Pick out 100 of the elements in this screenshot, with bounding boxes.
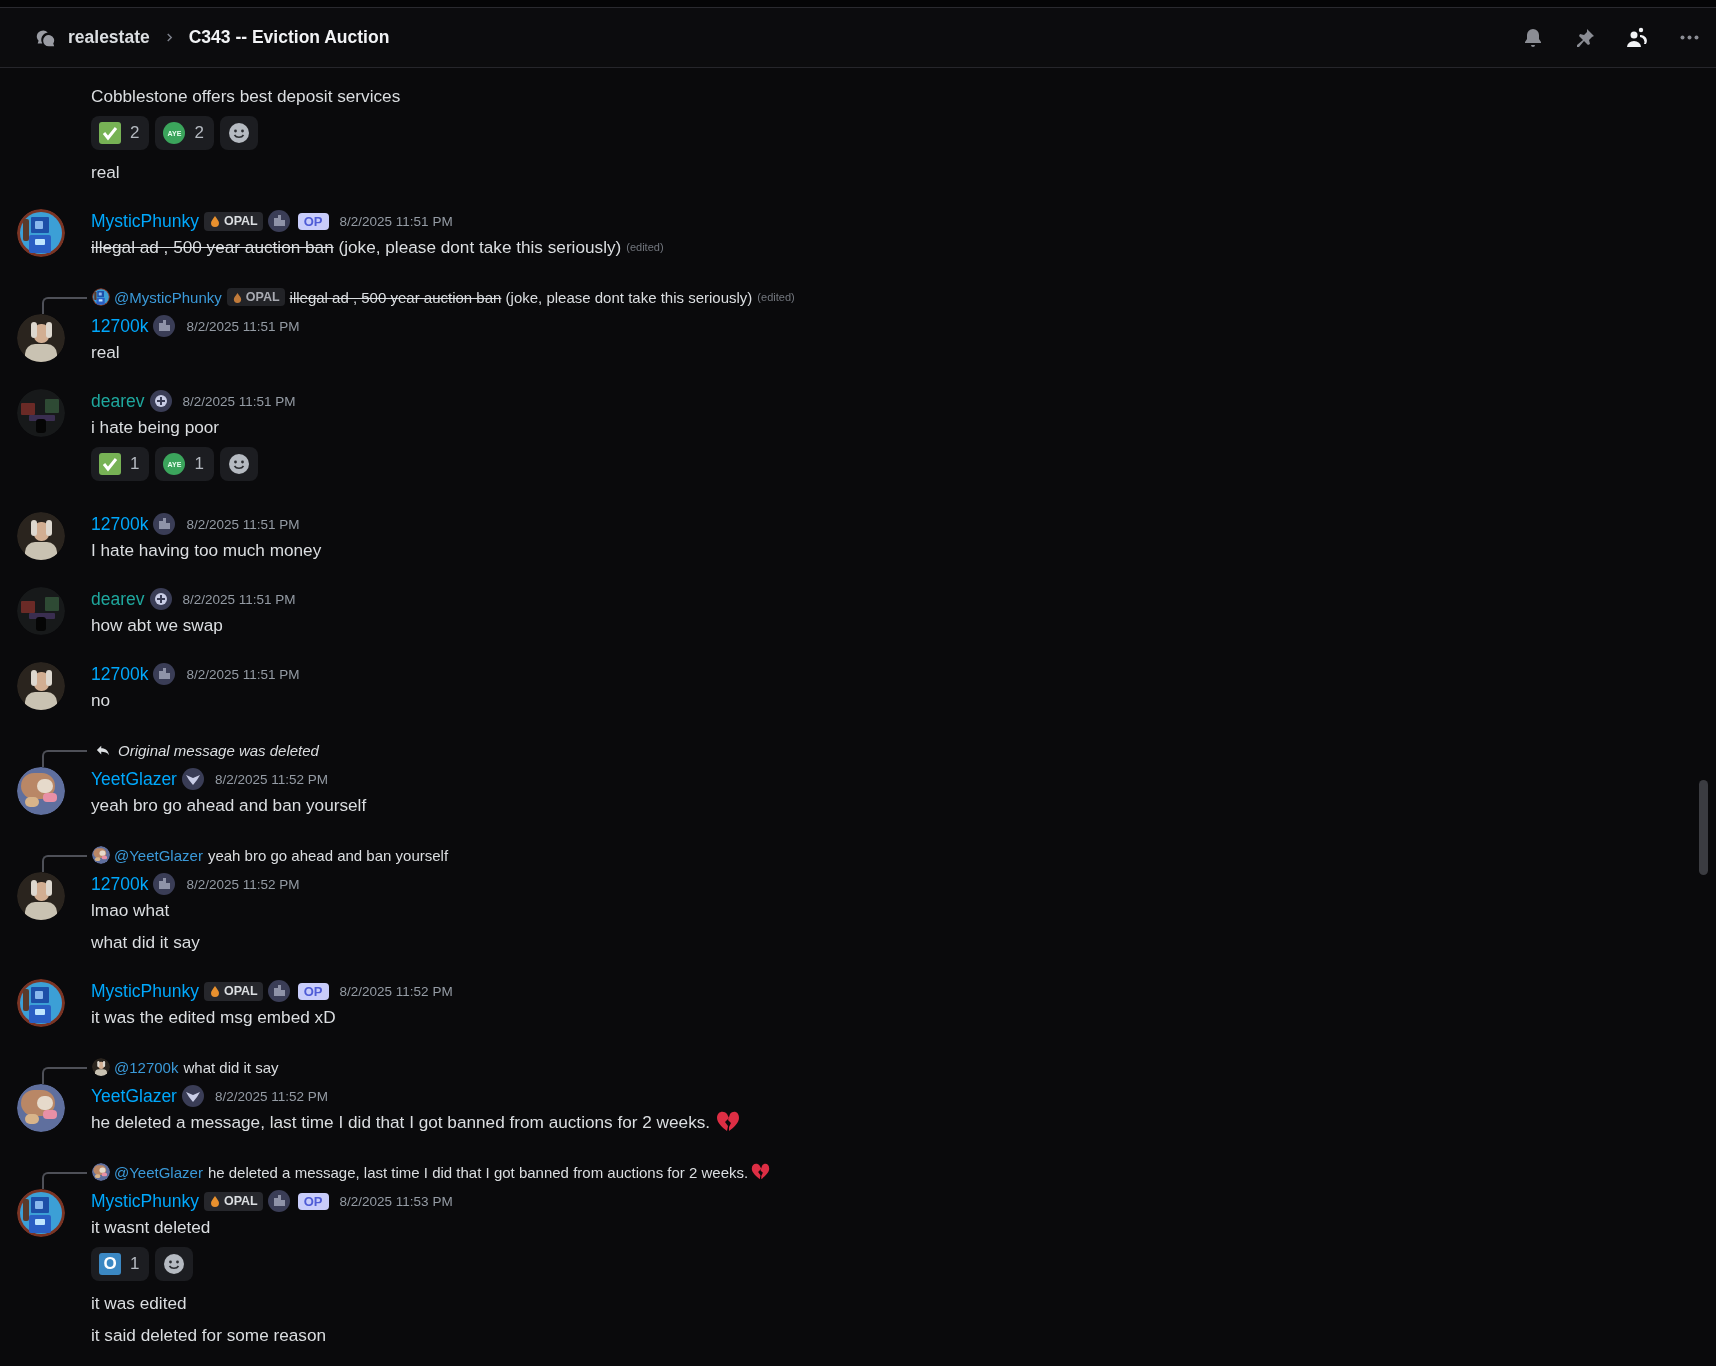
username[interactable]: MysticPhunky xyxy=(91,210,199,232)
username[interactable]: MysticPhunky xyxy=(91,1190,199,1212)
avatar[interactable] xyxy=(17,767,65,815)
server-tag-label: OPAL xyxy=(223,984,258,998)
timestamp: 8/2/2025 11:53 PM xyxy=(339,1193,453,1209)
avatar[interactable] xyxy=(17,1084,65,1132)
timestamp: 8/2/2025 11:51 PM xyxy=(186,318,300,334)
reply-mention[interactable]: @MysticPhunky xyxy=(114,288,222,306)
wing-badge-icon xyxy=(181,1085,204,1107)
reply-preview[interactable]: illegal ad , 500 year auction ban (joke, please dont take this seriously) xyxy=(289,288,753,306)
scrollbar-thumb[interactable] xyxy=(1699,780,1708,875)
reaction-button[interactable]: 2 xyxy=(91,116,150,150)
edited-label: (edited) xyxy=(626,241,664,253)
op-badge: OP xyxy=(297,982,329,1000)
reply-mention[interactable]: @YeetGlazer xyxy=(114,846,203,864)
building-badge-icon xyxy=(153,513,176,535)
avatar[interactable] xyxy=(17,209,65,257)
reply-preview[interactable]: he deleted a message, last time I did that I got banned from auctions for 2 weeks. xyxy=(207,1163,749,1181)
smiley-icon xyxy=(227,453,250,475)
smiley-icon xyxy=(163,1253,186,1275)
reply-spine xyxy=(42,1067,87,1084)
op-badge: OP xyxy=(297,1192,329,1210)
username[interactable]: dearev xyxy=(91,390,145,412)
add-reaction-button[interactable] xyxy=(219,116,258,150)
username[interactable]: 12700k xyxy=(91,315,149,337)
message-text: it said deleted for some reason xyxy=(91,1324,327,1346)
reply-mention[interactable]: @YeetGlazer xyxy=(114,1163,203,1181)
building-badge-icon xyxy=(267,1190,290,1212)
message-text: real xyxy=(91,341,120,363)
reply-avatar xyxy=(92,1163,110,1181)
username[interactable]: YeetGlazer xyxy=(91,768,177,790)
timestamp: 8/2/2025 11:52 PM xyxy=(214,771,329,787)
timestamp: 8/2/2025 11:51 PM xyxy=(339,213,453,229)
reply-spine xyxy=(42,855,87,872)
drop-icon xyxy=(208,985,221,997)
plus-badge-icon xyxy=(149,588,172,610)
drop-icon xyxy=(231,291,243,303)
message-text: Cobblestone offers best deposit services xyxy=(91,85,401,107)
message-text: I hate having too much money xyxy=(91,539,322,561)
add-reaction-button[interactable] xyxy=(219,447,258,481)
reaction-button[interactable]: 1 xyxy=(91,447,150,481)
reply-spine xyxy=(42,750,87,767)
reaction-button[interactable]: O 1 xyxy=(91,1247,150,1281)
drop-icon xyxy=(208,215,221,227)
check-emoji-icon xyxy=(99,122,121,144)
message-text: he deleted a message, last time I did that I got banned from auctions for 2 weeks. xyxy=(91,1111,711,1133)
building-badge-icon xyxy=(267,980,290,1002)
avatar[interactable] xyxy=(17,872,65,920)
timestamp: 8/2/2025 11:52 PM xyxy=(214,1088,329,1104)
building-badge-icon xyxy=(267,210,290,232)
more-icon xyxy=(1679,35,1699,40)
message-text: it was the edited msg embed xD xyxy=(91,1006,336,1028)
building-badge-icon xyxy=(153,315,176,337)
username[interactable]: 12700k xyxy=(91,513,149,535)
username[interactable]: MysticPhunky xyxy=(91,980,199,1002)
username[interactable]: 12700k xyxy=(91,873,149,895)
avatar[interactable] xyxy=(17,979,65,1027)
message-text: it wasnt deleted xyxy=(91,1216,211,1238)
server-tag-label: OPAL xyxy=(245,290,280,304)
timestamp: 8/2/2025 11:51 PM xyxy=(182,393,296,409)
timestamp: 8/2/2025 11:51 PM xyxy=(186,666,300,682)
username[interactable]: 12700k xyxy=(91,663,149,685)
avatar[interactable] xyxy=(17,314,65,362)
message-text: yeah bro go ahead and ban yourself xyxy=(91,794,367,816)
timestamp: 8/2/2025 11:52 PM xyxy=(339,983,453,999)
plus-badge-icon xyxy=(149,390,172,412)
op-badge: OP xyxy=(297,212,329,230)
wing-badge-icon xyxy=(181,768,204,790)
message-text: no xyxy=(91,689,111,711)
deleted-reply-text: Original message was deleted xyxy=(118,741,319,759)
drop-icon xyxy=(208,1195,221,1207)
timestamp: 8/2/2025 11:51 PM xyxy=(182,591,296,607)
reply-mention[interactable]: @12700k xyxy=(114,1058,179,1076)
message-text: it was edited xyxy=(91,1292,187,1314)
thread-title: C343 -- Eviction Auction xyxy=(188,27,390,48)
reply-spine xyxy=(42,297,87,314)
building-badge-icon xyxy=(153,873,176,895)
reply-arrow-icon xyxy=(96,743,110,757)
edited-label: (edited) xyxy=(757,291,795,303)
avatar[interactable] xyxy=(17,662,65,710)
username[interactable]: YeetGlazer xyxy=(91,1085,177,1107)
avatar[interactable] xyxy=(17,512,65,560)
timestamp: 8/2/2025 11:52 PM xyxy=(186,876,300,892)
check-emoji-icon xyxy=(99,453,121,475)
timestamp: 8/2/2025 11:51 PM xyxy=(186,516,300,532)
message-text: what did it say xyxy=(91,931,200,953)
reply-preview[interactable]: what did it say xyxy=(183,1058,279,1076)
server-tag-label: OPAL xyxy=(223,214,258,228)
message-text: how abt we swap xyxy=(91,614,223,636)
reply-avatar xyxy=(92,288,110,306)
smiley-icon xyxy=(227,122,250,144)
parent-channel-link[interactable]: realestate xyxy=(68,27,150,48)
reply-avatar xyxy=(92,846,110,864)
username[interactable]: dearev xyxy=(91,588,145,610)
add-reaction-button[interactable] xyxy=(155,1247,194,1281)
reply-preview[interactable]: yeah bro go ahead and ban yourself xyxy=(207,846,449,864)
avatar[interactable] xyxy=(17,1189,65,1237)
server-tag-label: OPAL xyxy=(223,1194,258,1208)
reply-spine xyxy=(42,1172,87,1189)
letter-emoji: O xyxy=(99,1253,121,1275)
